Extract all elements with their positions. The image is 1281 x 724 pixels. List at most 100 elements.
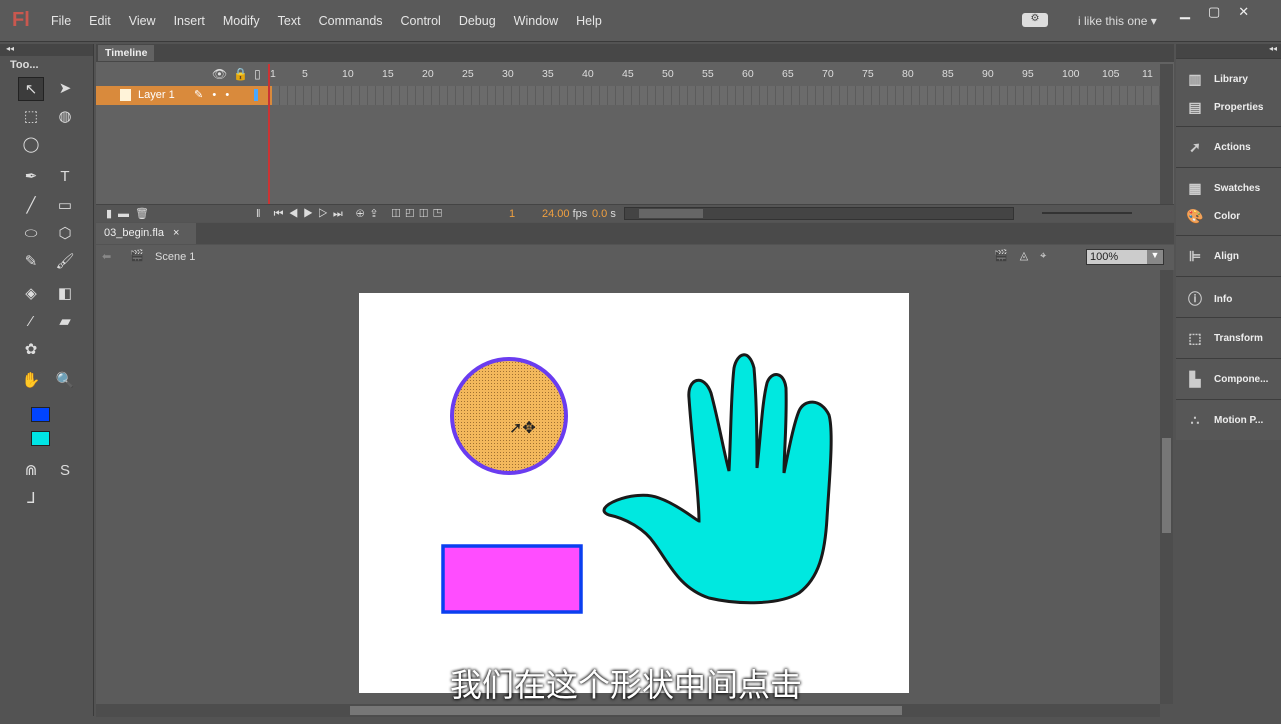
panel-align[interactable]: ⊫ Align bbox=[1186, 248, 1239, 265]
menu-bar: Fl File Edit View Insert Modify Text Commands C… bbox=[0, 0, 1281, 42]
tab-timeline[interactable]: Timeline bbox=[98, 45, 155, 61]
menu-control[interactable]: Control bbox=[392, 14, 450, 28]
menu-edit[interactable]: Edit bbox=[80, 14, 120, 28]
color-icon: 🎨 bbox=[1186, 208, 1204, 224]
line-tool-icon[interactable]: ╱ bbox=[18, 194, 44, 218]
panel-motion-p-[interactable]: ∴ Motion P... bbox=[1186, 412, 1264, 429]
close-icon[interactable]: × bbox=[173, 227, 179, 239]
frames-track[interactable] bbox=[272, 86, 1160, 105]
transform-icon: ⬚ bbox=[1188, 330, 1202, 346]
tab-document[interactable]: 03_begin.fla × bbox=[96, 223, 196, 244]
frame-tick: 75 bbox=[862, 68, 874, 80]
collapse-icon[interactable]: ◂◂ bbox=[0, 44, 93, 56]
menu-insert[interactable]: Insert bbox=[165, 14, 214, 28]
free-transform-tool-icon[interactable]: ⬚ bbox=[18, 105, 44, 129]
hand-shape[interactable] bbox=[602, 353, 833, 605]
eraser-icon[interactable]: ▰ bbox=[52, 310, 78, 334]
panel-library[interactable]: ▥ Library bbox=[1186, 71, 1248, 88]
fps-value[interactable]: 24.00 bbox=[542, 208, 570, 220]
layer-visibility-lock-outline-icons[interactable]: 👁🔒▯ bbox=[212, 67, 267, 81]
zoom-select[interactable]: 100% ▼ bbox=[1086, 249, 1164, 265]
straighten-icon[interactable]: ᒧ bbox=[18, 487, 44, 511]
panel-transform[interactable]: ⬚ Transform bbox=[1186, 330, 1263, 347]
panel-actions[interactable]: ➚ Actions bbox=[1186, 139, 1251, 156]
tools-title: Too... bbox=[10, 59, 39, 71]
panel-group: ∴ Motion P... bbox=[1176, 399, 1281, 440]
panel-group: ▙ Compone... bbox=[1176, 358, 1281, 399]
tools-panel: ◂◂ Too... ↖ ➤ ⬚ ◍ ◯ ✒ T ╱ ▭ ⬭ ⬡ ✎ 🖌 ◈ ◧ … bbox=[0, 44, 94, 716]
polystar-tool-icon[interactable]: ⬡ bbox=[52, 222, 78, 246]
pencil-icon: ✎ • • bbox=[194, 89, 230, 101]
rectangle-tool-icon[interactable]: ▭ bbox=[52, 194, 78, 218]
zoom-tool-icon[interactable]: 🔍 bbox=[52, 369, 78, 393]
circle-shape[interactable] bbox=[450, 357, 568, 475]
3d-rotation-tool-icon[interactable]: ◍ bbox=[52, 105, 78, 129]
menu-debug[interactable]: Debug bbox=[450, 14, 505, 28]
text-tool-icon[interactable]: T bbox=[52, 165, 78, 189]
swatches-icon: ▦ bbox=[1188, 180, 1202, 196]
eyedropper-icon[interactable]: ⁄ bbox=[18, 310, 44, 334]
brush-tool-icon[interactable]: 🖌 bbox=[52, 250, 78, 274]
panel-info[interactable]: ⓘ Info bbox=[1186, 289, 1232, 309]
layer-name: Layer 1 bbox=[138, 89, 175, 101]
window-controls[interactable]: ▁▢✕ bbox=[1180, 4, 1267, 20]
rectangle-shape[interactable] bbox=[441, 544, 583, 614]
selection-tool-icon[interactable]: ↖ bbox=[18, 77, 44, 101]
menu-window[interactable]: Window bbox=[505, 14, 567, 28]
menu-text[interactable]: Text bbox=[269, 14, 310, 28]
timeline-hscroll[interactable] bbox=[624, 207, 1014, 220]
frame-zoom-slider[interactable] bbox=[1042, 212, 1132, 214]
panel-color[interactable]: 🎨 Color bbox=[1186, 208, 1240, 225]
pencil-tool-icon[interactable]: ✎ bbox=[18, 250, 44, 274]
menu-view[interactable]: View bbox=[120, 14, 165, 28]
panel-swatches[interactable]: ▦ Swatches bbox=[1186, 180, 1260, 197]
actions-icon: ➚ bbox=[1189, 139, 1201, 155]
menu-file[interactable]: File bbox=[42, 14, 80, 28]
library-icon: ▥ bbox=[1188, 71, 1202, 87]
stage[interactable]: ➚✥ bbox=[359, 293, 909, 693]
panel-properties[interactable]: ▤ Properties bbox=[1186, 99, 1263, 116]
frame-tick: 70 bbox=[822, 68, 834, 80]
hand-tool-icon[interactable]: ✋ bbox=[18, 369, 44, 393]
menu-modify[interactable]: Modify bbox=[214, 14, 269, 28]
menu-help[interactable]: Help bbox=[567, 14, 611, 28]
workspace-switcher[interactable]: i like this one ▾ bbox=[1078, 14, 1157, 28]
frame-tick: 100 bbox=[1062, 68, 1080, 80]
lasso-tool-icon[interactable]: ◯ bbox=[18, 133, 44, 157]
frame-tick: 60 bbox=[742, 68, 754, 80]
timeline-vscroll[interactable] bbox=[1160, 64, 1173, 204]
menu-commands[interactable]: Commands bbox=[310, 14, 392, 28]
frame-tick: 20 bbox=[422, 68, 434, 80]
smooth-icon[interactable]: S bbox=[52, 459, 78, 483]
oval-tool-icon[interactable]: ⬭ bbox=[18, 222, 44, 246]
playhead[interactable] bbox=[268, 64, 270, 204]
frame-ruler[interactable]: 1 5 10 15 20 25 30 35 40 45 50 55 60 65 70 75 80 85 90 95 10… bbox=[270, 64, 1160, 86]
panel-compone-[interactable]: ▙ Compone... bbox=[1186, 371, 1269, 388]
panel-group: ⬚ Transform bbox=[1176, 317, 1281, 358]
layer-icon bbox=[120, 89, 131, 101]
paint-bucket-icon[interactable]: ◈ bbox=[18, 282, 44, 306]
pen-tool-icon[interactable]: ✒ bbox=[18, 165, 44, 189]
frame-tick: 10 bbox=[342, 68, 354, 80]
snap-to-objects-icon[interactable]: ⋒ bbox=[18, 459, 44, 483]
frame-tick: 35 bbox=[542, 68, 554, 80]
edit-scene-symbol-center-icons[interactable]: 🎬◬⌖ bbox=[994, 249, 1058, 263]
clapper-icon: 🎬 bbox=[130, 250, 144, 262]
info-icon: ⓘ bbox=[1188, 291, 1202, 307]
layer-outline-color[interactable] bbox=[254, 89, 258, 101]
stage-vscroll[interactable] bbox=[1160, 270, 1173, 704]
deco-tool-icon[interactable]: ✿ bbox=[18, 338, 44, 362]
scene-name[interactable]: Scene 1 bbox=[155, 251, 195, 263]
stroke-color-swatch[interactable] bbox=[31, 407, 50, 422]
new-layer-folder-delete-icons[interactable]: ▮▬🗑 bbox=[106, 207, 155, 220]
ink-bottle-icon[interactable]: ◧ bbox=[52, 282, 78, 306]
fill-color-swatch[interactable] bbox=[31, 431, 50, 446]
collapse-dock-icon[interactable]: ◂◂ bbox=[1176, 44, 1281, 58]
panel-group: ⓘ Info bbox=[1176, 276, 1281, 317]
subselection-tool-icon[interactable]: ➤ bbox=[52, 77, 78, 101]
current-frame[interactable]: 1 bbox=[509, 208, 515, 220]
playback-controls-icons[interactable]: ‖ ⏮◀▶▷⏭ ⊕⇪ ◫◰◫◳ bbox=[256, 207, 447, 221]
sync-settings-icon[interactable]: ⚙ bbox=[1022, 13, 1048, 27]
back-arrow-icon[interactable]: ⬅ bbox=[102, 250, 111, 263]
frame-tick: 45 bbox=[622, 68, 634, 80]
